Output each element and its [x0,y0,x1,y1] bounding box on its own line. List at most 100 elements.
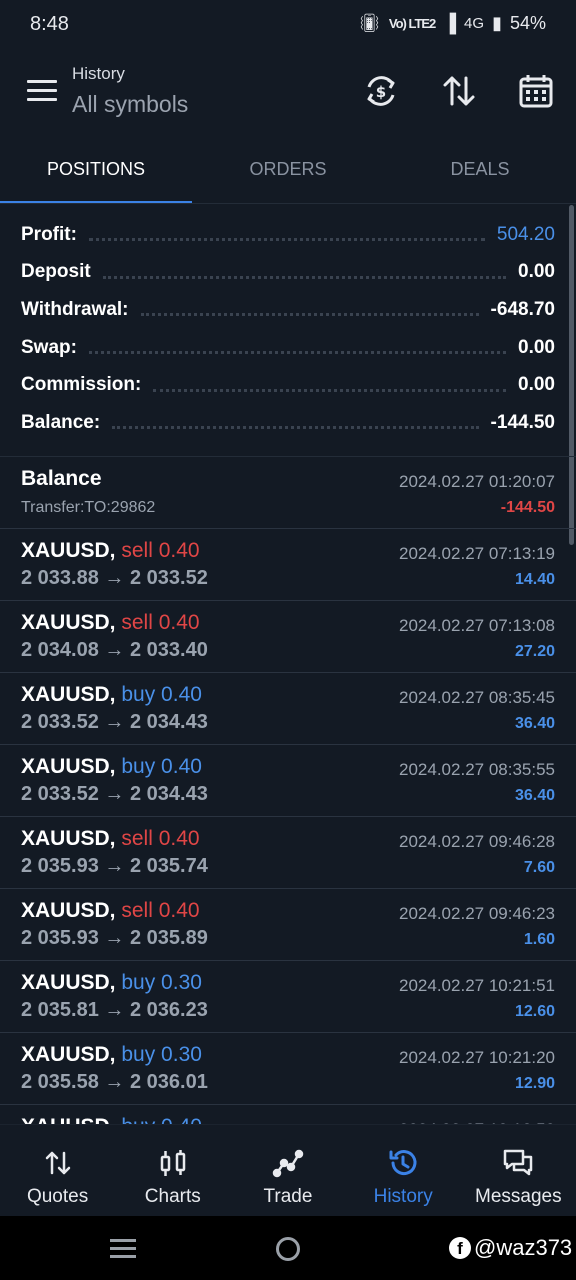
deals-list: Balance Transfer:TO:29862 2024.02.27 01:… [0,456,576,1124]
deal-time: 2024.02.27 01:20:07 [399,472,555,491]
signal-icon: ▐ [443,13,457,33]
history-tabs: POSITIONS ORDERS DEALS [0,140,576,204]
calendar-icon[interactable] [517,72,555,110]
dotted-leader [112,426,479,430]
menu-icon[interactable] [27,80,57,102]
tab-deals[interactable]: DEALS [384,140,576,204]
deal-side: buy 0.40 [121,755,202,778]
deal-time: 2024.02.27 08:35:45 [399,688,555,707]
nav-messages[interactable]: Messages [461,1125,576,1216]
deal-time: 2024.02.27 09:46:23 [399,904,555,923]
tab-orders[interactable]: ORDERS [192,140,384,204]
messages-icon [502,1147,534,1179]
summary-label: Deposit [21,261,91,283]
deal-row[interactable]: XAUUSD, buy 0.30 2 035.81 → 2 036.23 2024.… [0,961,576,1033]
deal-time: 2024.02.27 08:35:55 [399,760,555,779]
tab-positions[interactable]: POSITIONS [0,140,192,204]
recent-apps-icon[interactable] [110,1239,136,1263]
summary-label: Swap: [21,336,77,358]
summary-row-swap: Swap: 0.00 [0,329,576,367]
nav-charts[interactable]: Charts [115,1125,230,1216]
deal-profit: 7.60 [523,859,555,876]
battery-icon: ▮ [492,13,502,33]
bottom-navigation: Quotes Charts Trade History Messages [0,1124,576,1216]
summary-value: 0.00 [518,336,555,358]
deal-profit: 1.60 [523,931,555,948]
deal-time: 2024.02.27 07:13:19 [399,544,555,563]
deal-profit: 12.90 [514,1075,555,1092]
currency-sync-icon[interactable]: $ [362,72,400,110]
deal-profit: 36.40 [514,715,555,732]
summary-label: Commission: [21,374,142,396]
deal-side: sell 0.40 [121,611,200,634]
battery-percent: 54% [509,13,546,33]
sort-icon[interactable] [440,72,478,110]
deal-side: sell 0.40 [121,539,200,562]
nav-label: Quotes [26,1186,89,1207]
symbol-name: XAUUSD, [21,611,116,634]
watermark: f @waz373 [449,1235,572,1261]
dotted-leader [153,388,507,392]
deal-prices: 2 034.08 → 2 033.40 [21,639,208,661]
summary-row-balance: Balance: -144.50 [0,404,576,442]
deal-side: sell 0.40 [121,827,200,850]
status-bar: 8:48 📳︎ Vo) LTE2 ▐ 4G ▮ 54% [0,0,576,50]
deal-prices: 2 035.93 → 2 035.89 [21,927,208,949]
summary-value: 504.20 [496,223,555,245]
nav-label: History [373,1186,433,1207]
deal-symbol: XAUUSD, sell 0.40 [21,899,200,923]
deal-title: Balance [21,467,102,490]
facebook-icon: f [449,1237,471,1259]
summary-label: Profit: [21,223,77,245]
deal-row[interactable]: XAUUSD, sell 0.40 2 035.93 → 2 035.74 2024… [0,817,576,889]
network-type: 4G [464,15,485,32]
deal-profit: 36.40 [514,787,555,804]
app-header: History All symbols $ [0,55,576,130]
home-icon[interactable] [276,1237,300,1261]
summary-row-deposit: Deposit 0.00 [0,254,576,292]
deal-comment: Transfer:TO:29862 [21,499,156,516]
deal-side: buy 0.30 [121,971,202,994]
deal-symbol: XAUUSD, sell 0.40 [21,611,200,635]
nav-label: Charts [144,1186,201,1207]
symbol-name: XAUUSD, [21,899,116,922]
nav-label: Trade [263,1186,313,1207]
balance-entry[interactable]: Balance Transfer:TO:29862 2024.02.27 01:… [0,457,576,529]
deal-prices: 2 035.58 → 2 036.01 [21,1071,208,1093]
dotted-leader [140,313,479,317]
symbol-name: XAUUSD, [21,827,116,850]
deal-side: sell 0.40 [121,899,200,922]
deal-profit: 27.20 [514,643,555,660]
summary-value: -144.50 [490,411,555,433]
symbol-name: XAUUSD, [21,683,116,706]
deal-row[interactable]: XAUUSD, sell 0.40 2 033.88 → 2 033.52 2024… [0,529,576,601]
symbol-name: XAUUSD, [21,539,116,562]
symbol-name: XAUUSD, [21,1115,116,1124]
deal-row[interactable]: XAUUSD, sell 0.40 2 034.08 → 2 033.40 2024… [0,601,576,673]
symbol-filter[interactable]: All symbols [72,91,188,118]
system-nav-bar: f @waz373 [0,1216,576,1280]
symbol-name: XAUUSD, [21,755,116,778]
watermark-text: @waz373 [474,1235,573,1260]
trade-icon [272,1147,304,1179]
nav-quotes[interactable]: Quotes [0,1125,115,1216]
deal-row[interactable]: XAUUSD, buy 0.40 2 033.52 → 2 034.43 2024.… [0,673,576,745]
deal-row[interactable]: XAUUSD, sell 0.40 2 035.93 → 2 035.89 2024… [0,889,576,961]
summary-label: Balance: [21,411,101,433]
deal-time: 2024.02.27 07:13:08 [399,616,555,635]
deal-prices: 2 033.52 → 2 034.43 [21,783,208,805]
nav-label: Messages [475,1186,562,1207]
svg-text:$: $ [376,83,386,101]
deal-row[interactable]: XAUUSD, buy 0.30 2 035.58 → 2 036.01 2024.… [0,1033,576,1105]
nav-history[interactable]: History [346,1125,461,1216]
deal-prices: 2 035.93 → 2 035.74 [21,855,208,877]
symbol-name: XAUUSD, [21,971,116,994]
nav-trade[interactable]: Trade [230,1125,345,1216]
deal-row[interactable]: XAUUSD, buy 0.40 2 033.52 → 2 034.43 2024.… [0,745,576,817]
status-time: 8:48 [30,13,69,35]
deal-side: buy 0.30 [121,1043,202,1066]
deal-time: 2024.02.27 09:46:28 [399,832,555,851]
history-icon [387,1147,419,1179]
deal-row[interactable]: XAUUSD, buy 0.402024.02.27 10:16:50 [0,1105,576,1124]
summary-row-profit: Profit: 504.20 [0,216,576,254]
